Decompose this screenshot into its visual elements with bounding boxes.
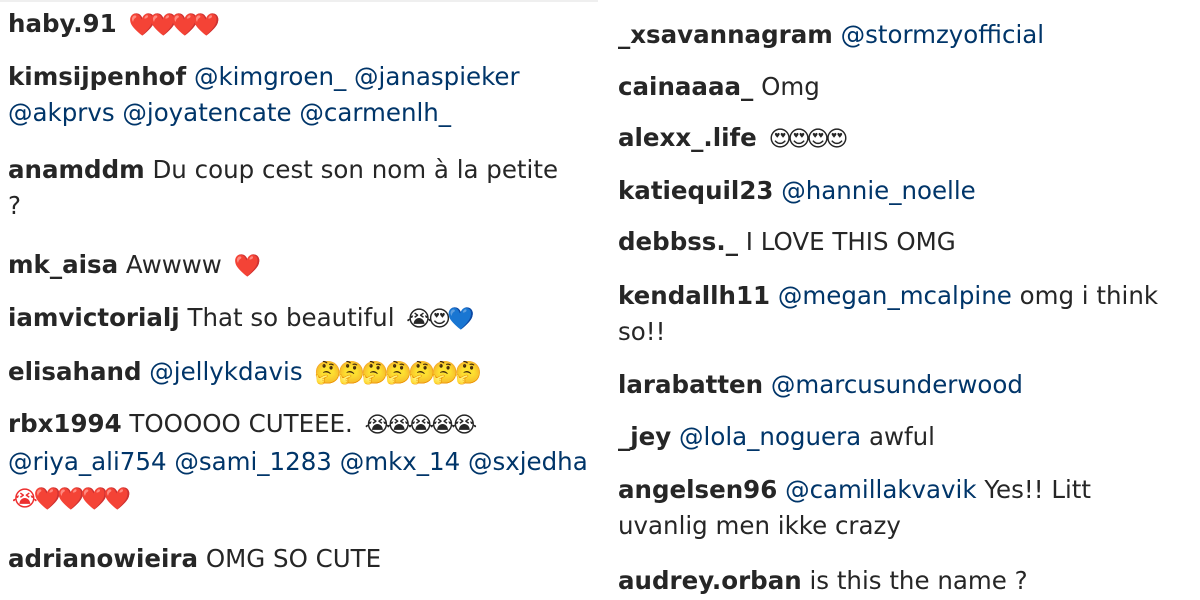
comment-text: awful [868, 422, 935, 451]
comment-text: TOOOOO CUTEEE. [129, 409, 353, 438]
comment-item: iamvictorialj That so beautiful 😭😍💙 [8, 300, 598, 338]
comment-item: haby.91 ❤️❤️❤️❤️ [8, 6, 598, 44]
mention-link[interactable]: @joyatencate [122, 98, 291, 127]
comment-username[interactable]: elisahand [8, 357, 141, 386]
comment-text: Awwww [125, 250, 222, 279]
comment-item: larabatten @marcusunderwood [618, 367, 1200, 403]
mention-link[interactable]: @lola_noguera [679, 422, 861, 451]
comment-username[interactable]: adrianowieira [8, 544, 198, 573]
comment-text: is this the name ? [809, 566, 1028, 595]
comment-username[interactable]: mk_aisa [8, 250, 118, 279]
comment-item: anamddm Du coup cest son nom à la petite… [8, 152, 578, 224]
comment-username[interactable]: iamvictorialj [8, 303, 180, 332]
comment-item: kimsijpenhof @kimgroen_ @janaspieker @ak… [8, 59, 583, 131]
mention-link[interactable]: @jellykdavis [149, 357, 302, 386]
comment-username[interactable]: larabatten [618, 370, 763, 399]
comment-item: katiequil23 @hannie_noelle [618, 173, 1200, 209]
comment-username[interactable]: audrey.orban [618, 566, 802, 595]
comment-username[interactable]: debbss._ [618, 227, 738, 256]
comment-username[interactable]: _xsavannagram [618, 20, 833, 49]
comment-username[interactable]: angelsen96 [618, 475, 777, 504]
comment-username[interactable]: katiequil23 [618, 176, 773, 205]
thinking-face-emoji: 🤔🤔🤔🤔🤔🤔🤔 [314, 361, 482, 386]
comment-item: adrianowieira OMG SO CUTE [8, 541, 598, 577]
comment-username[interactable]: cainaaaa_ [618, 72, 753, 101]
comment-item: rbx1994 TOOOOO CUTEEE. 😭😭😭😭😭 @riya_ali75… [8, 406, 598, 518]
mention-link[interactable]: @hannie_noelle [781, 176, 976, 205]
comment-username[interactable]: kimsijpenhof [8, 62, 186, 91]
comment-username[interactable]: _jey [618, 422, 671, 451]
comment-username[interactable]: haby.91 [8, 9, 117, 38]
comment-item: audrey.orban is this the name ? [618, 563, 1200, 599]
comment-item: elisahand @jellykdavis 🤔🤔🤔🤔🤔🤔🤔 [8, 354, 598, 392]
heart-eyes-emoji: 😍😍😍😍 [768, 127, 849, 152]
crying-hearts-emoji: 😭❤️❤️❤️❤️ [12, 487, 131, 512]
comment-text: Omg [761, 72, 820, 101]
comment-item: debbss._ I LOVE THIS OMG [618, 224, 1200, 260]
comment-text: OMG SO CUTE [205, 544, 382, 573]
comment-username[interactable]: kendallh11 [618, 281, 770, 310]
mention-link[interactable]: @janaspieker [354, 62, 520, 91]
mention-link[interactable]: @carmenlh_ [299, 98, 451, 127]
comment-item: cainaaaa_ Omg [618, 69, 1200, 105]
mention-link[interactable]: @stormzyofficial [841, 20, 1045, 49]
mention-link[interactable]: @sxjedha [468, 447, 588, 476]
comment-text: That so beautiful [187, 303, 395, 332]
mention-link[interactable]: @mkx_14 [340, 447, 460, 476]
comment-item: _xsavannagram @stormzyofficial [618, 17, 1200, 53]
comment-username[interactable]: rbx1994 [8, 409, 122, 438]
comment-text: I LOVE THIS OMG [745, 227, 956, 256]
mention-link[interactable]: @riya_ali754 [8, 447, 167, 476]
mention-link[interactable]: @sami_1283 [174, 447, 332, 476]
mention-link[interactable]: @camillakvavik [785, 475, 976, 504]
hearts-emoji: ❤️❤️❤️❤️ [128, 13, 220, 38]
comment-item: mk_aisa Awwww ❤️ [8, 247, 598, 285]
comment-item: angelsen96 @camillakvavik Yes!! Litt uva… [618, 472, 1178, 544]
comment-item: kendallh11 @megan_mcalpine omg i think s… [618, 278, 1200, 350]
comment-item: alexx_.life 😍😍😍😍 [618, 120, 1200, 158]
crying-heart-eyes-blue-heart-emoji: 😭😍💙 [406, 307, 474, 332]
comment-username[interactable]: alexx_.life [618, 123, 757, 152]
comment-item: _jey @lola_noguera awful [618, 419, 1200, 455]
comments-column-right: _xsavannagram @stormzyofficial cainaaaa_… [602, 0, 1200, 600]
crying-face-emoji: 😭😭😭😭😭 [364, 413, 478, 438]
top-divider [0, 0, 598, 2]
mention-link[interactable]: @megan_mcalpine [778, 281, 1012, 310]
heart-emoji: ❤️ [233, 254, 261, 279]
mention-link[interactable]: @kimgroen_ [194, 62, 346, 91]
comments-column-left: haby.91 ❤️❤️❤️❤️ kimsijpenhof @kimgroen_… [0, 0, 598, 600]
mention-link[interactable]: @marcusunderwood [771, 370, 1023, 399]
mention-link[interactable]: @akprvs [8, 98, 115, 127]
comment-username[interactable]: anamddm [8, 155, 145, 184]
